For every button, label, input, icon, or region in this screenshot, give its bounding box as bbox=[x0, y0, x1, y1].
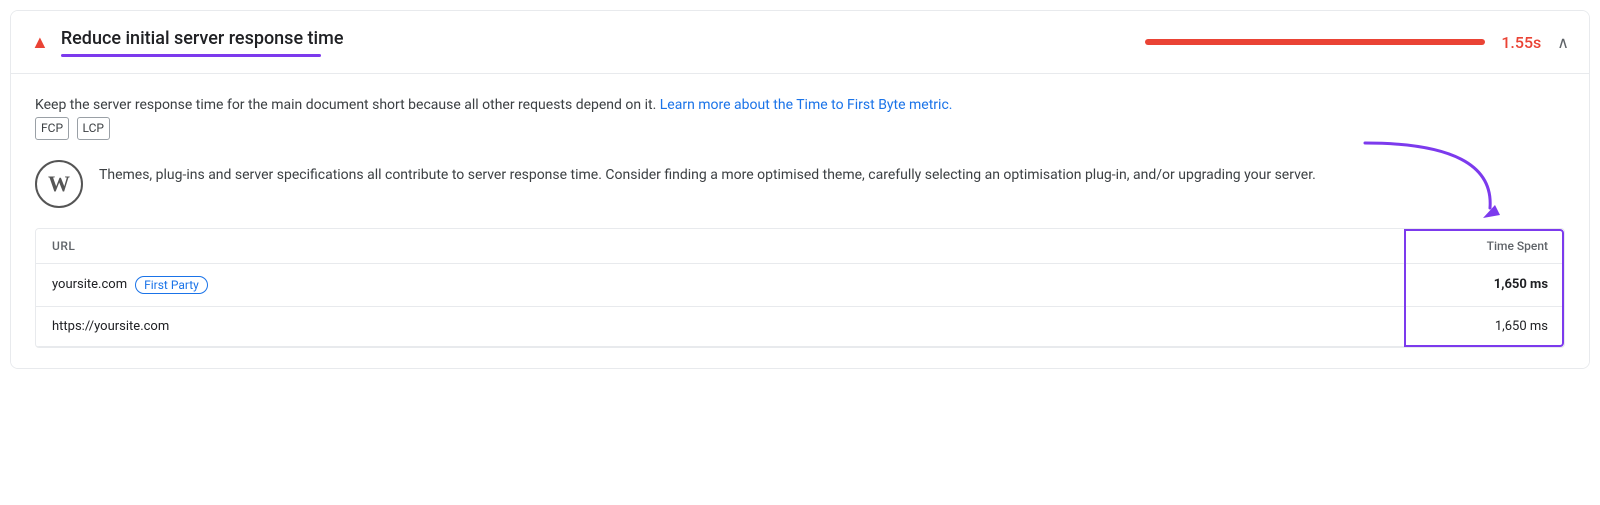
col-url-label: URL bbox=[52, 239, 75, 253]
table-container: URL Time Spent yoursite.com First Party … bbox=[35, 228, 1565, 348]
description-text-before-link: Keep the server response time for the ma… bbox=[35, 97, 660, 113]
score-bar bbox=[1145, 39, 1485, 45]
row-time-cell: 1,650 ms bbox=[1428, 319, 1548, 334]
row-url-cell: https://yoursite.com bbox=[52, 319, 169, 334]
audit-score: 1.55s bbox=[1501, 33, 1541, 52]
table-header-row: URL Time Spent bbox=[36, 229, 1564, 264]
row-url-cell: yoursite.com First Party bbox=[52, 276, 208, 294]
results-table: URL Time Spent yoursite.com First Party … bbox=[35, 228, 1565, 348]
row-time-cell: 1,650 ms bbox=[1428, 277, 1548, 292]
audit-title: Reduce initial server response time bbox=[61, 27, 344, 50]
audit-header-right: 1.55s ∧ bbox=[1145, 33, 1569, 52]
collapse-chevron-icon[interactable]: ∧ bbox=[1557, 33, 1569, 52]
audit-body: Keep the server response time for the ma… bbox=[11, 74, 1589, 368]
purple-arrow-annotation bbox=[1335, 133, 1515, 233]
table-row: https://yoursite.com 1,650 ms bbox=[36, 307, 1564, 347]
row-url-text: yoursite.com bbox=[52, 277, 127, 292]
lcp-badge: LCP bbox=[77, 117, 110, 140]
wordpress-hint-text: Themes, plug-ins and server specificatio… bbox=[99, 160, 1316, 186]
audit-title-block: Reduce initial server response time bbox=[61, 27, 344, 57]
audit-header-left: ▲ Reduce initial server response time bbox=[31, 27, 1145, 57]
table-row: yoursite.com First Party 1,650 ms bbox=[36, 264, 1564, 307]
audit-card: ▲ Reduce initial server response time 1.… bbox=[10, 10, 1590, 369]
warning-icon: ▲ bbox=[31, 32, 49, 53]
audit-title-underline bbox=[61, 54, 321, 57]
wordpress-logo: W bbox=[35, 160, 83, 208]
audit-header: ▲ Reduce initial server response time 1.… bbox=[11, 11, 1589, 74]
col-time-label: Time Spent bbox=[1428, 239, 1548, 253]
first-party-badge: First Party bbox=[135, 276, 208, 294]
fcp-badge: FCP bbox=[35, 117, 69, 140]
row-url-text: https://yoursite.com bbox=[52, 319, 169, 334]
learn-more-link[interactable]: Learn more about the Time to First Byte … bbox=[660, 97, 953, 113]
